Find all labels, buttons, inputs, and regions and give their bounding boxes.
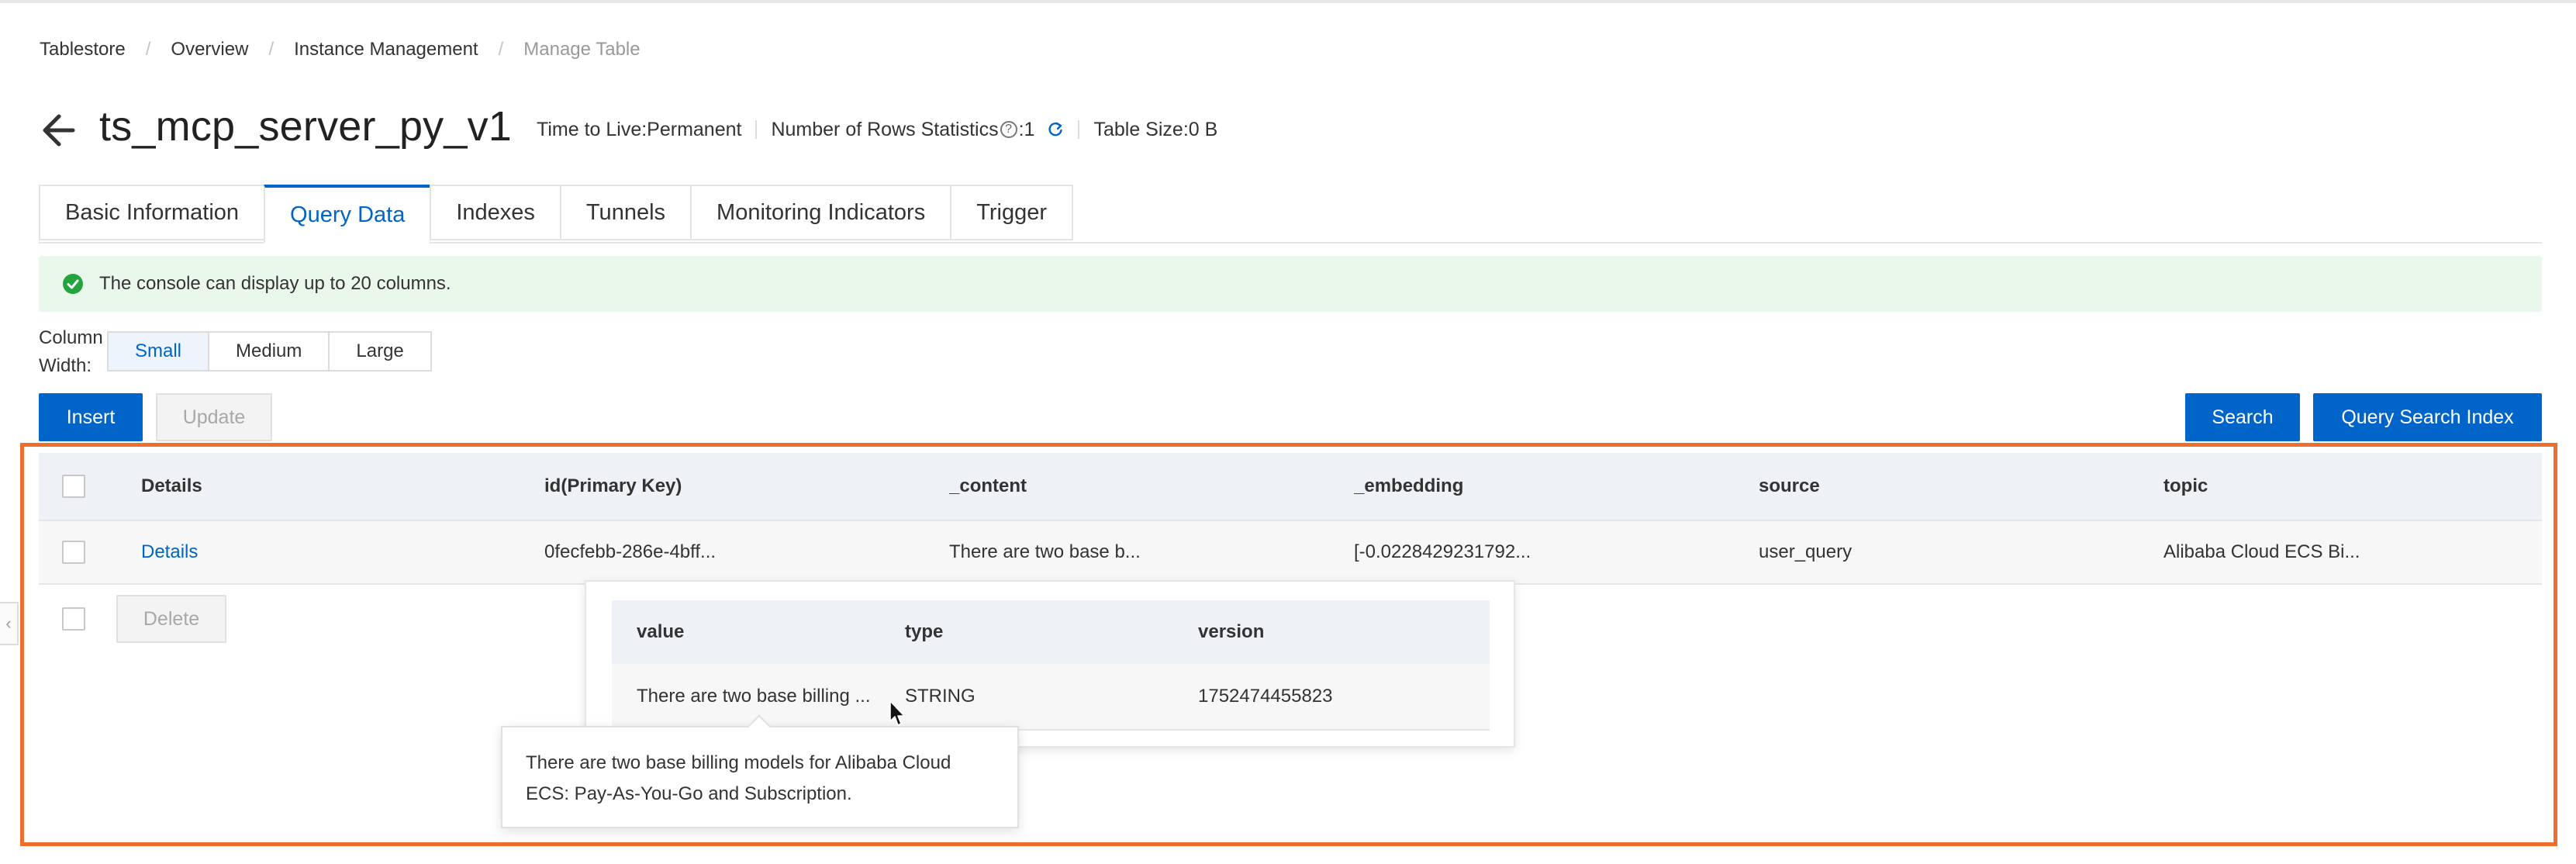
breadcrumb: Tablestore / Overview / Instance Managem… [40,34,641,65]
column-width-label: Column Width: [39,324,103,380]
table-size-text: Table Size:0 B [1093,118,1218,140]
tab-basic-information[interactable]: Basic Information [39,185,264,240]
column-width-large[interactable]: Large [328,331,432,372]
breadcrumb-separator: / [145,39,151,60]
column-width-medium[interactable]: Medium [208,331,329,372]
tab-monitoring-indicators[interactable]: Monitoring Indicators [690,185,951,240]
info-notice: The console can display up to 20 columns… [39,256,2542,312]
breadcrumb-separator: / [498,39,504,60]
insert-button[interactable]: Insert [39,393,143,441]
help-icon[interactable]: ? [1000,121,1017,138]
tab-indexes[interactable]: Indexes [430,185,560,240]
meta-divider [1078,120,1080,139]
highlight-frame [20,443,2557,846]
breadcrumb-separator: / [268,39,275,60]
chevron-left-icon[interactable]: ‹ [0,602,19,645]
rows-statistics-label: Number of Rows Statistics [771,118,999,140]
table-meta: Time to Live:Permanent Number of Rows St… [537,116,1217,143]
column-width-small[interactable]: Small [107,331,209,372]
tab-tunnels[interactable]: Tunnels [559,185,691,240]
column-width-selector: Small Medium Large [107,331,432,372]
breadcrumb-tablestore[interactable]: Tablestore [40,39,126,60]
top-divider [0,0,2576,3]
breadcrumb-instance-management[interactable]: Instance Management [294,39,478,60]
tab-trigger[interactable]: Trigger [950,185,1073,240]
rows-statistics-value: :1 [1018,118,1035,140]
breadcrumb-overview[interactable]: Overview [171,39,248,60]
ttl-text: Time to Live:Permanent [537,118,742,140]
notice-text: The console can display up to 20 columns… [99,273,451,294]
page-title: ts_mcp_server_py_v1 [99,103,513,150]
column-width-label-line2: Width: [39,355,92,376]
column-width-label-line1: Column [39,327,103,348]
check-circle-icon [63,274,83,294]
breadcrumb-manage-table: Manage Table [523,39,641,60]
refresh-icon[interactable] [1047,121,1064,138]
query-search-index-button[interactable]: Query Search Index [2313,393,2542,441]
tab-query-data[interactable]: Query Data [264,185,430,244]
meta-divider [755,120,758,139]
arrow-left-icon[interactable] [39,107,78,154]
update-button[interactable]: Update [156,393,272,441]
search-button[interactable]: Search [2185,393,2300,441]
tab-bar: Basic Information Query Data Indexes Tun… [39,185,2542,244]
